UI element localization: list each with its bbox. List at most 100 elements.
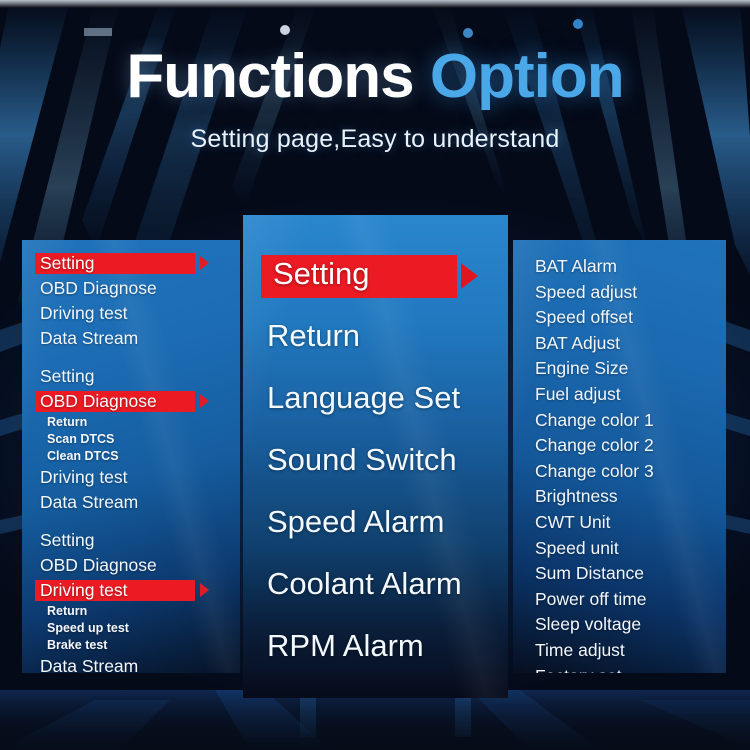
right-menu-item-label: CWT Unit	[535, 511, 611, 532]
right-menu-item-label: Change color 3	[535, 460, 654, 481]
selection-arrow-icon	[200, 394, 209, 408]
right-menu-item-label: Sum Distance	[535, 563, 644, 584]
left-menu-item-label: OBD Diagnose	[40, 391, 157, 411]
left-menu-item-11[interactable]: Setting	[40, 528, 240, 553]
left-menu-item-label: Scan DTCS	[47, 432, 115, 446]
top-edge-highlight	[0, 0, 750, 8]
center-menu-item-label: Setting	[273, 256, 370, 291]
right-menu-item-label: Engine Size	[535, 358, 629, 379]
left-menu-list: Setting OBD Diagnose Driving test Data Stre…	[22, 240, 240, 673]
left-menu-item-label: Data Stream	[40, 328, 139, 348]
left-menu-item-13[interactable]: Driving test	[35, 578, 240, 603]
right-menu-item-9[interactable]: Brightness	[535, 484, 726, 510]
center-menu-item-4[interactable]: Speed Alarm	[243, 491, 508, 553]
left-menu-item-label: Clean DTCS	[47, 449, 119, 463]
left-menu-item-15[interactable]: Speed up test	[40, 620, 240, 637]
right-menu-item-14[interactable]: Sleep voltage	[535, 612, 726, 638]
right-menu-item-7[interactable]: Change color 2	[535, 433, 726, 459]
center-menu-item-label: Sound Switch	[267, 442, 457, 477]
right-menu-item-5[interactable]: Fuel adjust	[535, 382, 726, 408]
left-menu-item-9[interactable]: Driving test	[40, 465, 240, 490]
left-menu-item-14[interactable]: Return	[40, 603, 240, 620]
left-menu-item-label: Setting	[40, 253, 95, 273]
right-menu-item-label: Fuel adjust	[535, 383, 621, 404]
center-menu-item-label: Coolant Alarm	[267, 566, 462, 601]
right-menu-item-label: Change color 2	[535, 435, 654, 456]
left-menu-item-label: Data Stream	[40, 492, 139, 512]
header: Functions Option Setting page,Easy to un…	[0, 44, 750, 154]
center-menu-item-5[interactable]: Coolant Alarm	[243, 553, 508, 615]
left-menu-item-0[interactable]: Setting	[35, 251, 240, 276]
left-menu-panel: Setting OBD Diagnose Driving test Data Stre…	[22, 240, 240, 673]
right-menu-item-label: Speed offset	[535, 307, 633, 328]
left-menu-item-label: Return	[47, 415, 88, 429]
right-menu-item-11[interactable]: Speed unit	[535, 536, 726, 562]
right-menu-item-16[interactable]: Factory set	[535, 664, 726, 674]
right-menu-item-label: Change color 1	[535, 409, 654, 430]
selection-arrow-icon	[200, 256, 209, 270]
left-menu-item-6[interactable]: Return	[40, 414, 240, 431]
left-menu-item-7[interactable]: Scan DTCS	[40, 431, 240, 448]
left-menu-item-label: Data Stream	[40, 656, 139, 673]
right-menu-item-3[interactable]: BAT Adjust	[535, 331, 726, 357]
center-menu-item-3[interactable]: Sound Switch	[243, 429, 508, 491]
left-menu-item-label: Return	[47, 604, 88, 618]
right-menu-item-15[interactable]: Time adjust	[535, 638, 726, 664]
right-menu-item-0[interactable]: BAT Alarm	[535, 254, 726, 280]
right-menu-item-4[interactable]: Engine Size	[535, 356, 726, 382]
left-menu-item-10[interactable]: Data Stream	[40, 490, 240, 515]
left-menu-item-label: Driving test	[40, 580, 128, 600]
right-menu-item-label: Power off time	[535, 588, 647, 609]
right-menu-item-12[interactable]: Sum Distance	[535, 561, 726, 587]
right-menu-item-2[interactable]: Speed offset	[535, 305, 726, 331]
right-menu-panel: BAT Alarm Speed adjust Speed offset BAT Adj…	[513, 240, 726, 673]
left-menu-item-label: OBD Diagnose	[40, 555, 157, 575]
center-menu-list: Setting Return Language Set Sound Switch Spe…	[243, 215, 508, 677]
left-menu-item-16[interactable]: Brake test	[40, 637, 240, 654]
right-menu-item-label: BAT Adjust	[535, 332, 620, 353]
right-menu-item-1[interactable]: Speed adjust	[535, 280, 726, 306]
left-menu-item-4[interactable]: Setting	[40, 364, 240, 389]
center-menu-item-label: Language Set	[267, 380, 461, 415]
center-menu-item-label: Speed Alarm	[267, 504, 445, 539]
left-menu-item-17[interactable]: Data Stream	[40, 654, 240, 673]
bottom-glow	[0, 690, 750, 750]
right-menu-list: BAT Alarm Speed adjust Speed offset BAT Adj…	[513, 240, 726, 673]
right-menu-item-13[interactable]: Power off time	[535, 587, 726, 613]
center-menu-item-0[interactable]: Setting	[243, 243, 508, 305]
right-menu-item-label: Speed adjust	[535, 281, 638, 302]
page-title-primary: Functions	[126, 42, 414, 111]
selection-arrow-icon	[200, 583, 209, 597]
right-menu-item-label: Factory set	[535, 666, 622, 674]
center-menu-item-2[interactable]: Language Set	[243, 367, 508, 429]
page-title-accent: Option	[429, 42, 625, 111]
right-menu-item-label: Sleep voltage	[535, 614, 642, 635]
center-menu-item-label: RPM Alarm	[267, 628, 424, 663]
left-menu-item-label: Driving test	[40, 303, 128, 323]
right-menu-item-label: Brightness	[535, 486, 618, 507]
left-menu-item-label: OBD Diagnose	[40, 278, 157, 298]
center-menu-item-6[interactable]: RPM Alarm	[243, 615, 508, 677]
left-menu-item-label: Brake test	[47, 638, 108, 652]
center-menu-item-label: Return	[267, 318, 361, 353]
selection-arrow-icon	[461, 263, 478, 289]
left-menu-item-label: Setting	[40, 366, 95, 386]
left-menu-item-3[interactable]: Data Stream	[40, 326, 240, 351]
right-menu-item-label: Speed unit	[535, 537, 619, 558]
center-menu-panel: Setting Return Language Set Sound Switch Spe…	[243, 215, 508, 698]
right-menu-item-10[interactable]: CWT Unit	[535, 510, 726, 536]
left-menu-item-label: Setting	[40, 530, 95, 550]
right-menu-item-label: Time adjust	[535, 639, 625, 660]
left-menu-item-5[interactable]: OBD Diagnose	[35, 389, 240, 414]
page-subtitle: Setting page,Easy to understand	[190, 125, 560, 154]
left-menu-item-label: Speed up test	[47, 621, 129, 635]
left-menu-item-2[interactable]: Driving test	[40, 301, 240, 326]
right-menu-item-8[interactable]: Change color 3	[535, 459, 726, 485]
left-menu-item-12[interactable]: OBD Diagnose	[40, 553, 240, 578]
right-menu-item-label: BAT Alarm	[535, 256, 618, 276]
center-menu-item-1[interactable]: Return	[243, 305, 508, 367]
left-menu-item-1[interactable]: OBD Diagnose	[40, 276, 240, 301]
right-menu-item-6[interactable]: Change color 1	[535, 408, 726, 434]
left-menu-item-8[interactable]: Clean DTCS	[40, 448, 240, 465]
left-menu-item-label: Driving test	[40, 467, 128, 487]
